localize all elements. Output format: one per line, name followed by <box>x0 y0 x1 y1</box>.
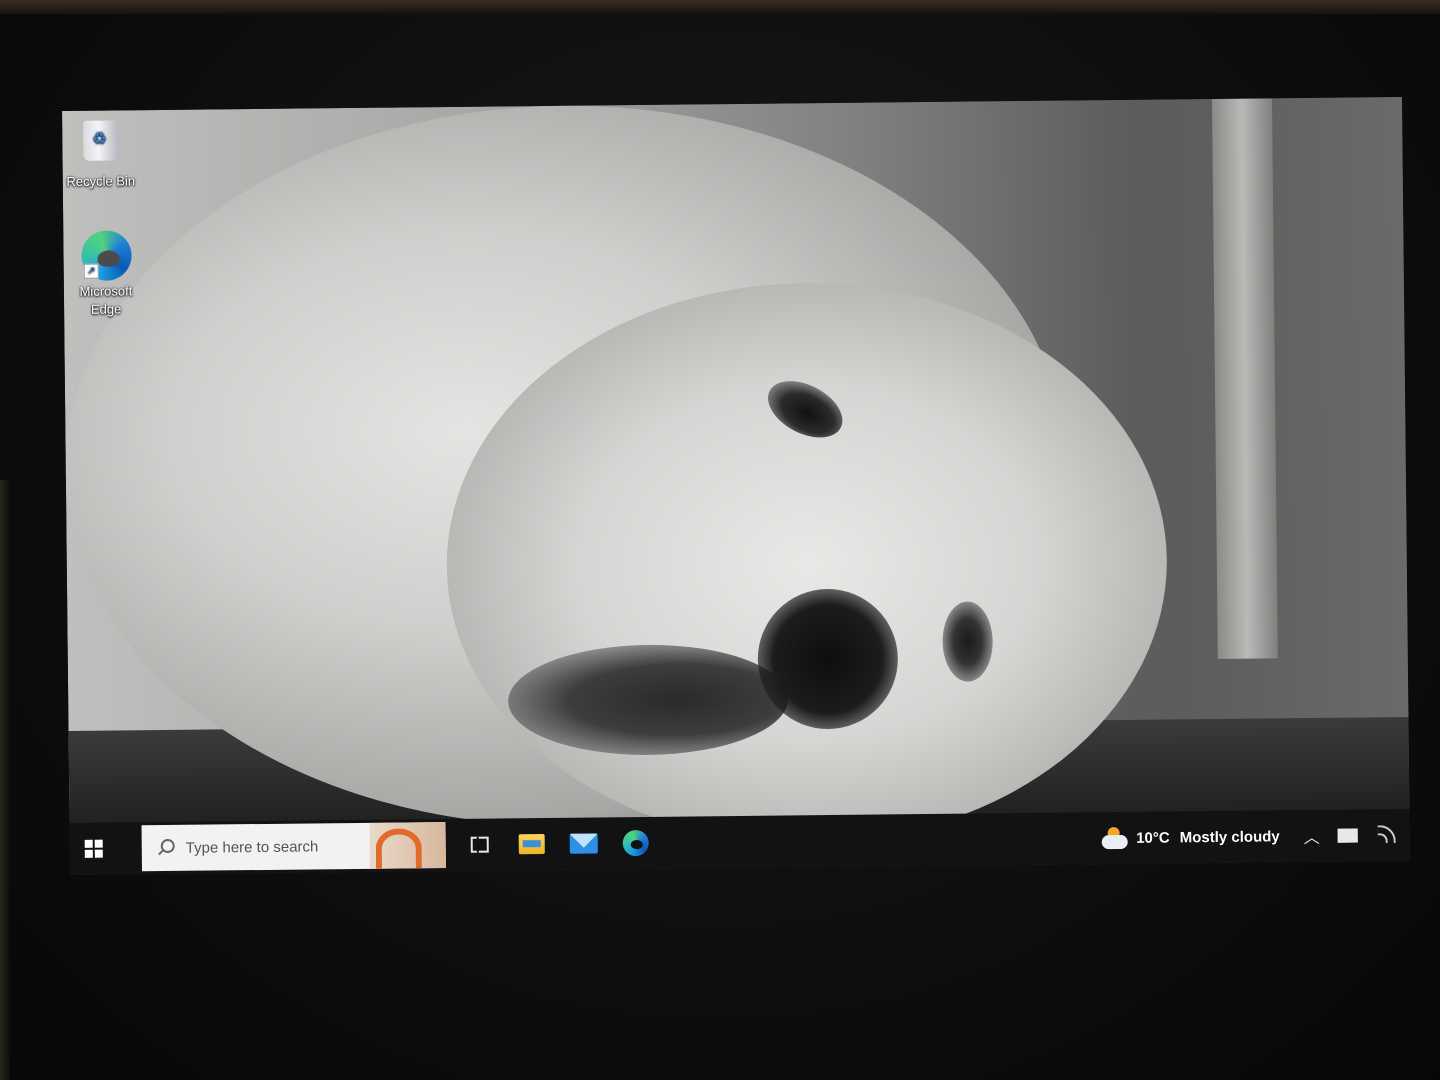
system-tray: 10°C Mostly cloudy ︿ <box>1102 809 1410 864</box>
wallpaper-post <box>1211 98 1278 659</box>
taskbar-mail-button[interactable] <box>557 817 610 870</box>
edge-icon <box>622 829 649 857</box>
desktop-icon-microsoft-edge[interactable]: ↗ Microsoft Edge <box>63 230 148 319</box>
cloud-sun-icon <box>1102 827 1128 849</box>
desktop-icon-recycle-bin[interactable]: Recycle Bin <box>62 116 143 191</box>
start-button[interactable] <box>69 822 118 874</box>
edge-icon: ↗ <box>81 230 132 281</box>
wallpaper-dog-eye-lower <box>942 601 994 682</box>
windows-logo-icon <box>84 839 103 858</box>
taskbar-edge-button[interactable] <box>609 817 662 870</box>
recycle-bin-icon <box>76 120 125 169</box>
weather-widget[interactable]: 10°C Mostly cloudy <box>1102 825 1280 849</box>
desk-edge-left <box>0 480 10 1080</box>
laptop-screen: Recycle Bin ↗ Microsoft Edge Type here t… <box>62 97 1410 875</box>
mail-icon <box>569 833 598 854</box>
wallpaper-dog-nose <box>757 588 899 730</box>
battery-icon[interactable] <box>1337 828 1358 843</box>
weather-temperature: 10°C <box>1136 828 1170 847</box>
task-view-icon <box>470 836 489 853</box>
search-icon <box>156 838 176 858</box>
weather-condition: Mostly cloudy <box>1179 827 1280 846</box>
shortcut-arrow-icon: ↗ <box>83 263 99 279</box>
desktop-icon-label: Microsoft Edge <box>79 283 133 317</box>
folder-icon <box>518 834 545 855</box>
taskbar-file-explorer-button[interactable] <box>505 818 558 871</box>
search-highlight-image <box>369 822 446 869</box>
search-placeholder: Type here to search <box>185 837 319 857</box>
chevron-up-icon[interactable]: ︿ <box>1304 824 1320 848</box>
search-input[interactable]: Type here to search <box>141 822 446 872</box>
desk-edge <box>0 0 1440 14</box>
wifi-icon[interactable] <box>1378 827 1396 843</box>
desktop-wallpaper <box>62 97 1410 848</box>
taskbar-task-view-button[interactable] <box>453 818 506 871</box>
desktop-icon-label: Recycle Bin <box>66 173 136 189</box>
